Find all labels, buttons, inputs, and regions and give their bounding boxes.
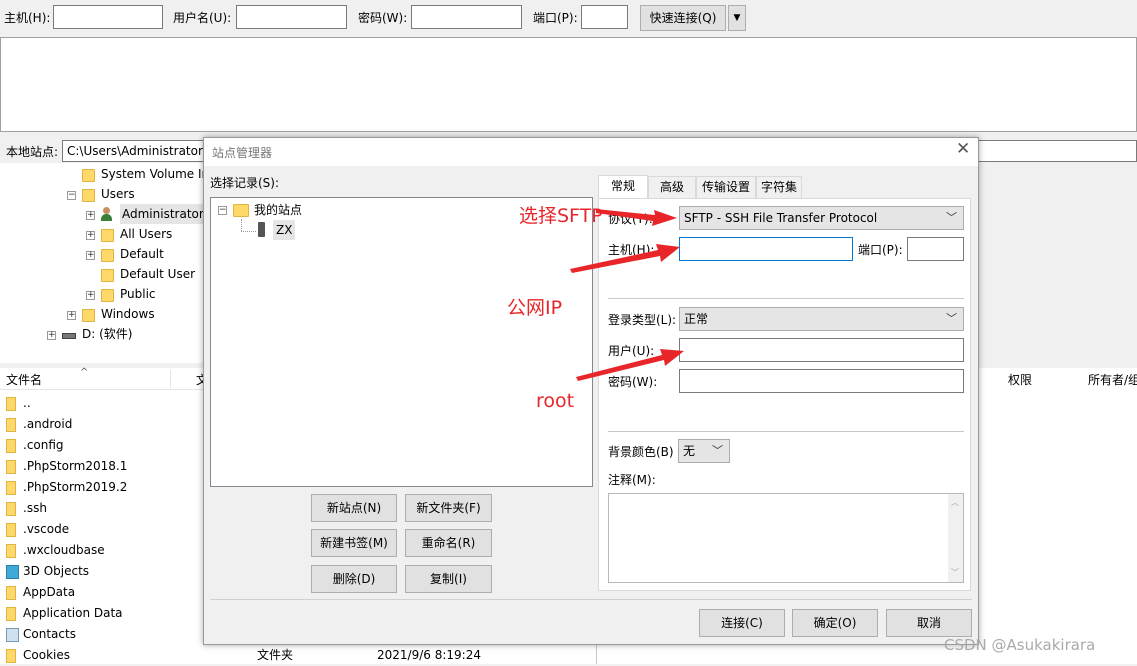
arrow-to-host [570, 244, 680, 273]
annotation-public-ip: 公网IP [507, 297, 563, 319]
watermark: CSDN @Asukakirara [944, 636, 1096, 654]
arrow-to-protocol [596, 209, 677, 226]
annotation-root: root [536, 390, 575, 412]
annotation-arrows [570, 209, 684, 381]
arrow-to-user [576, 349, 684, 381]
annotation-select-sftp: 选择SFTP [519, 205, 603, 227]
